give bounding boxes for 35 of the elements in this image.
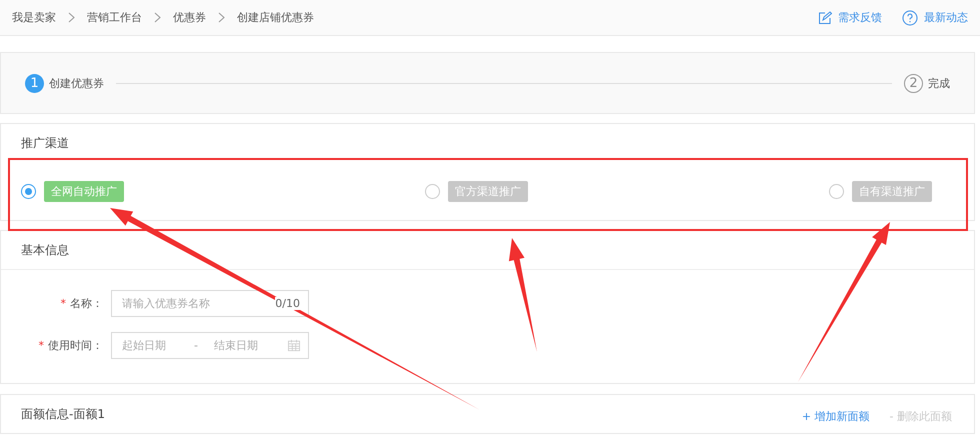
radio-button[interactable] <box>21 184 36 198</box>
radio-button[interactable] <box>829 184 844 198</box>
range-separator: - <box>194 339 198 352</box>
header-link[interactable]: 需求反馈 <box>818 10 882 25</box>
end-date-input[interactable]: 结束日期 <box>212 338 282 353</box>
chevron-icon <box>218 12 225 23</box>
radio-button[interactable] <box>425 184 440 198</box>
header-link[interactable]: 最新动态 <box>902 10 968 26</box>
section-title: 基本信息 <box>20 242 70 258</box>
channel-tag[interactable]: 自有渠道推广 <box>852 180 932 202</box>
channel-tag[interactable]: 官方渠道推广 <box>448 180 528 202</box>
step-number: 1 <box>25 74 44 92</box>
help-icon <box>902 10 918 26</box>
start-date-input[interactable]: 起始日期 <box>120 338 188 353</box>
breadcrumb-item[interactable]: 我是卖家 <box>12 10 56 25</box>
channel-tag[interactable]: 全网自动推广 <box>44 180 124 202</box>
chevron-icon <box>68 12 75 23</box>
breadcrumb-item[interactable]: 营销工作台 <box>87 10 142 25</box>
breadcrumb-item[interactable]: 优惠券 <box>173 10 206 25</box>
name-field[interactable]: 请输入优惠券名称 0/10 <box>111 290 309 317</box>
edit-icon <box>818 10 832 24</box>
char-counter: 0/10 <box>275 297 300 310</box>
step-label: 完成 <box>928 76 950 90</box>
step-number: 2 <box>904 74 923 92</box>
chevron-icon <box>154 12 161 23</box>
step-label: 创建优惠券 <box>49 76 104 90</box>
section-title: 面额信息-面额1 <box>20 406 106 422</box>
name-input[interactable]: 请输入优惠券名称 <box>120 296 250 311</box>
denomination-action[interactable]: + 增加新面额 <box>802 410 870 422</box>
breadcrumb-item[interactable]: 创建店铺优惠券 <box>237 10 314 25</box>
calendar-icon <box>288 339 300 352</box>
field-label: * 使用时间： <box>38 338 104 353</box>
date-range-field[interactable]: 起始日期 - 结束日期 <box>111 332 309 359</box>
section-title: 推广渠道 <box>20 134 70 152</box>
field-label: * 名称： <box>60 296 104 311</box>
